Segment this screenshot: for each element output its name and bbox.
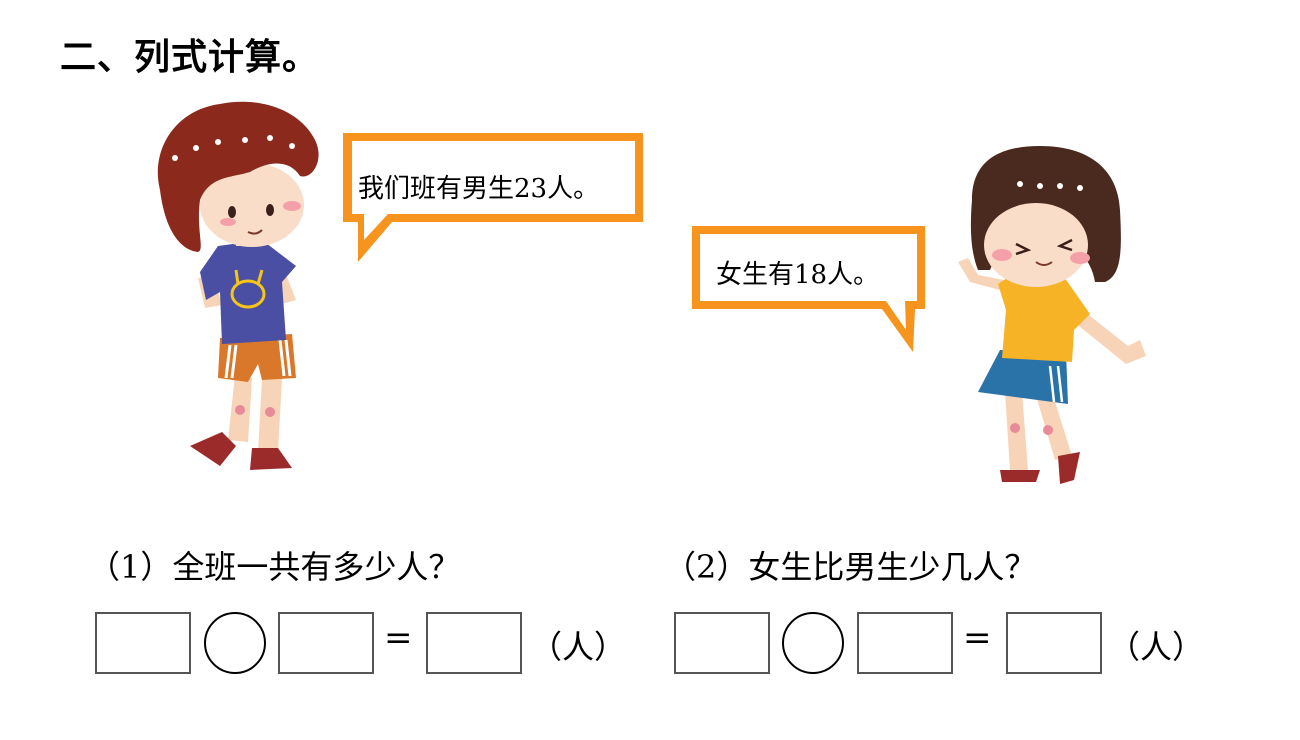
answer-box-2a[interactable] — [674, 612, 770, 674]
unit-label-2: （人） — [1108, 628, 1205, 666]
operator-circle-2[interactable] — [782, 612, 844, 674]
unit-label-1: （人） — [530, 628, 627, 666]
answer-box-2b[interactable] — [857, 612, 953, 674]
illustration — [157, 101, 1146, 484]
boy-bubble-text: 我们班有男生23人。 — [358, 174, 600, 204]
answer-box-1a[interactable] — [95, 612, 191, 674]
equals-sign-2: = — [963, 618, 992, 658]
girl-bubble-text: 女生有18人。 — [716, 260, 880, 290]
equals-sign-1: = — [384, 618, 413, 658]
operator-circle-1[interactable] — [204, 612, 266, 674]
question-2: （2）女生比男生少几人？ — [664, 548, 1037, 586]
boy-figure — [157, 101, 319, 470]
answer-box-1b[interactable] — [278, 612, 374, 674]
girl-figure — [958, 146, 1146, 484]
answer-box-2c[interactable] — [1006, 612, 1102, 674]
answer-box-1c[interactable] — [426, 612, 522, 674]
question-1: （1）全班一共有多少人？ — [88, 548, 461, 586]
